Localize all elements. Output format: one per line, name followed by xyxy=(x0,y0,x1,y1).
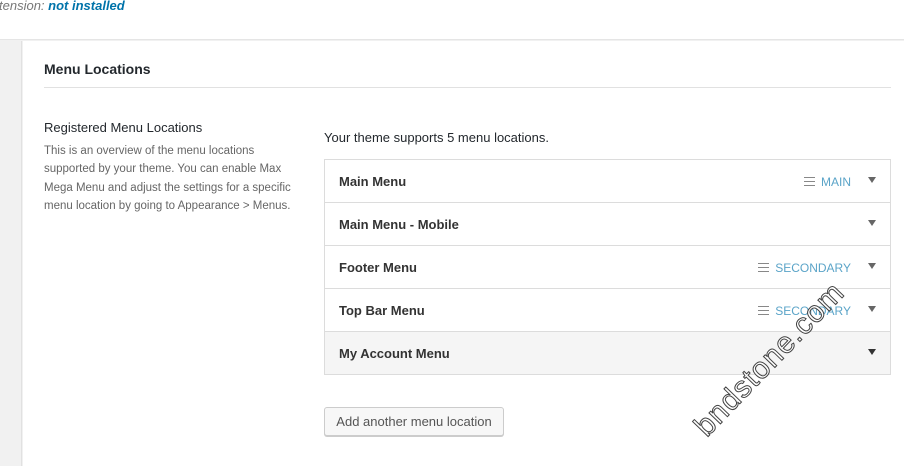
sidebar-heading: Registered Menu Locations xyxy=(44,120,203,135)
menu-location-main-menu[interactable]: Main Menu MAIN xyxy=(325,160,890,203)
menu-lines-icon xyxy=(758,263,770,272)
location-name: Top Bar Menu xyxy=(339,303,425,318)
extension-status: tension: not installed xyxy=(0,0,125,13)
location-tag-label: SECONDARY xyxy=(775,261,851,275)
extension-status-value: not installed xyxy=(48,0,125,13)
extension-label: tension: xyxy=(0,0,45,13)
settings-panel: Menu Locations Registered Menu Locations… xyxy=(23,41,904,466)
location-name: Main Menu xyxy=(339,174,407,189)
section-title: Menu Locations xyxy=(44,61,151,77)
location-name: Main Menu - Mobile xyxy=(339,217,459,232)
triangle-down-icon[interactable] xyxy=(868,306,876,312)
menu-lines-icon xyxy=(804,177,815,186)
triangle-down-icon[interactable] xyxy=(868,349,876,355)
location-name: Footer Menu xyxy=(339,260,417,275)
menu-location-main-menu-mobile[interactable]: Main Menu - Mobile xyxy=(325,203,890,246)
left-gutter xyxy=(0,41,22,466)
location-tag: SECONDARY xyxy=(758,261,851,275)
triangle-down-icon[interactable] xyxy=(868,263,876,269)
triangle-down-icon[interactable] xyxy=(868,177,876,183)
locations-intro: Your theme supports 5 menu locations. xyxy=(324,130,549,145)
section-divider xyxy=(44,87,891,88)
location-name: My Account Menu xyxy=(339,346,450,361)
location-tag: MAIN xyxy=(804,175,851,189)
menu-lines-icon xyxy=(758,306,770,315)
add-menu-location-button[interactable]: Add another menu location xyxy=(324,407,504,436)
triangle-down-icon[interactable] xyxy=(868,220,876,226)
menu-location-footer-menu[interactable]: Footer Menu SECONDARY xyxy=(325,246,890,289)
top-bar: tension: not installed xyxy=(0,0,904,40)
sidebar-description: This is an overview of the menu location… xyxy=(44,145,291,212)
location-tag-label: MAIN xyxy=(821,175,851,189)
